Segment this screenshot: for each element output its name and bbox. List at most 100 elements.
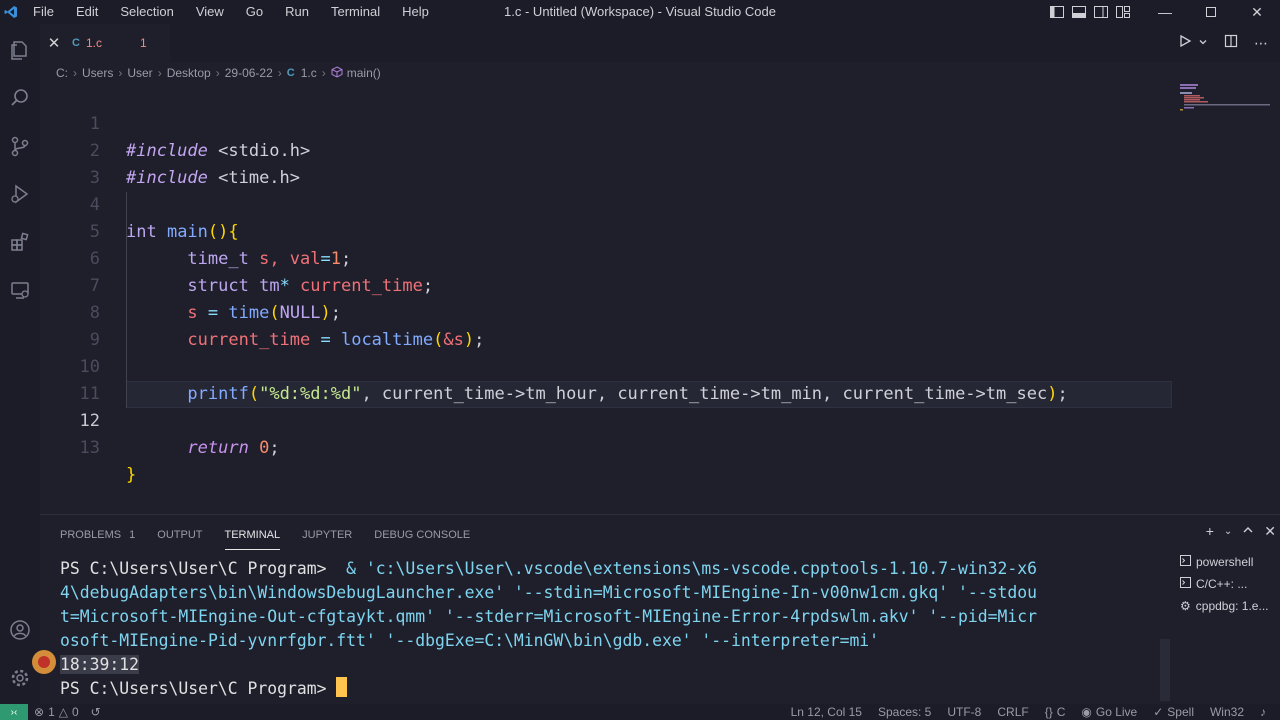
c-file-icon: C xyxy=(286,67,295,79)
toggle-panel-icon[interactable] xyxy=(1068,0,1090,24)
customize-layout-icon[interactable] xyxy=(1112,0,1134,24)
remote-indicator-icon[interactable]: ›‹ xyxy=(0,704,28,720)
maximize-panel-chevron-up-icon[interactable] xyxy=(1242,523,1254,540)
code-line[interactable]: 9 xyxy=(40,300,1172,350)
split-editor-icon[interactable] xyxy=(1224,34,1238,53)
maximize-icon[interactable] xyxy=(1188,0,1234,24)
tab-terminal[interactable]: TERMINAL xyxy=(224,525,280,550)
status-indentation[interactable]: Spaces: 5 xyxy=(878,705,931,719)
toggle-sidebar-icon[interactable] xyxy=(1046,0,1068,24)
code-line[interactable]: 10 printf("%d:%d:%d", current_time->tm_h… xyxy=(40,327,1172,404)
code-line-active[interactable]: 12 return 0; xyxy=(40,381,1172,458)
notifications-bell-icon[interactable]: ♪ xyxy=(1260,705,1266,719)
terminal-prompt-line[interactable]: PS C:\Users\User\C Program> xyxy=(60,677,1160,701)
minimap[interactable] xyxy=(1180,84,1280,514)
terminal-line: 4\debugAdapters\bin\WindowsDebugLauncher… xyxy=(60,583,1037,602)
explorer-icon[interactable] xyxy=(0,30,40,70)
terminal-line: osoft-MIEngine-Pid-yvnrfgbr.ftt' '--dbgE… xyxy=(60,631,880,650)
run-debug-icon[interactable] xyxy=(0,174,40,214)
code-line[interactable]: 5 time_t s, val=1; xyxy=(40,192,1172,269)
tab-jupyter[interactable]: JUPYTER xyxy=(302,525,352,545)
menu-bar: File Edit Selection View Go Run Terminal… xyxy=(22,0,440,24)
code-line[interactable]: 4 int main(){ xyxy=(40,165,1172,242)
menu-terminal[interactable]: Terminal xyxy=(320,0,391,24)
run-dropdown-chevron-icon[interactable] xyxy=(1198,34,1208,52)
breadcrumb-item[interactable]: User xyxy=(127,66,152,80)
status-cursor-position[interactable]: Ln 12, Col 15 xyxy=(791,705,862,719)
status-platform[interactable]: Win32 xyxy=(1210,705,1244,719)
editor-tab-bar: ✕ C 1.c 1 ⋯ xyxy=(40,24,1280,62)
terminal-line: PS C:\Users\User\C Program> & 'c:\Users\… xyxy=(60,559,1037,578)
minimize-icon[interactable]: — xyxy=(1142,0,1188,24)
symbol-cube-icon xyxy=(331,65,343,81)
terminal-list: powershell C/C++: ... ⚙ cppdbg: 1.e... xyxy=(1180,551,1280,617)
accounts-icon[interactable] xyxy=(0,610,40,650)
breadcrumb-symbol[interactable]: main() xyxy=(347,66,381,80)
recording-indicator-icon xyxy=(32,650,56,674)
menu-edit[interactable]: Edit xyxy=(65,0,109,24)
bottom-panel: PROBLEMS 1 OUTPUT TERMINAL JUPYTER DEBUG … xyxy=(40,514,1280,704)
breadcrumb-item[interactable]: C: xyxy=(56,66,68,80)
tab-debug-console[interactable]: DEBUG CONSOLE xyxy=(374,525,470,545)
code-line[interactable]: 7 s = time(NULL); xyxy=(40,246,1172,323)
breadcrumb-item[interactable]: Users xyxy=(82,66,113,80)
status-problems[interactable]: ⊗ 1 △ 0 xyxy=(34,705,79,719)
close-window-icon[interactable]: ✕ xyxy=(1234,0,1280,24)
braces-icon: {} xyxy=(1044,705,1053,719)
tab-close-icon[interactable]: ✕ xyxy=(42,34,66,52)
remote-explorer-icon[interactable] xyxy=(0,270,40,310)
close-panel-icon[interactable]: ✕ xyxy=(1264,523,1276,540)
check-icon: ✓ xyxy=(1153,705,1164,719)
more-actions-icon[interactable]: ⋯ xyxy=(1254,35,1268,52)
terminal-cursor xyxy=(336,677,348,697)
new-terminal-plus-icon[interactable]: + xyxy=(1206,523,1214,540)
terminal-item-cppdbg[interactable]: ⚙ cppdbg: 1.e... xyxy=(1180,595,1280,617)
breadcrumb: C: › Users › User › Desktop › 29-06-22 › C 1.… xyxy=(56,65,381,81)
terminal-item-powershell[interactable]: powershell xyxy=(1180,551,1280,573)
source-control-icon[interactable] xyxy=(0,126,40,166)
tab-output[interactable]: OUTPUT xyxy=(157,525,202,545)
code-line[interactable]: 13 } xyxy=(40,408,1172,485)
terminal-dropdown-chevron-icon[interactable]: ⌄ xyxy=(1224,526,1232,540)
terminal-output[interactable]: PS C:\Users\User\C Program> & 'c:\Users\… xyxy=(60,557,1160,701)
status-spell[interactable]: ✓ Spell xyxy=(1153,705,1194,719)
debug-gear-icon: ⚙ xyxy=(1180,599,1191,613)
breadcrumb-item[interactable]: Desktop xyxy=(167,66,211,80)
toggle-secondary-sidebar-icon[interactable] xyxy=(1090,0,1112,24)
status-live-share-icon[interactable]: ↺ xyxy=(91,705,101,719)
status-right: Ln 12, Col 15 Spaces: 5 UTF-8 CRLF {} C ◉… xyxy=(791,704,1266,720)
extensions-icon[interactable] xyxy=(0,222,40,262)
tab-1c[interactable]: ✕ C 1.c 1 xyxy=(40,24,170,62)
status-language[interactable]: {} C xyxy=(1045,705,1066,719)
error-icon: ⊗ xyxy=(34,705,45,719)
menu-file[interactable]: File xyxy=(22,0,65,24)
terminal-icon xyxy=(1180,555,1191,569)
code-line[interactable]: 1 #include <stdio.h> xyxy=(40,84,1172,161)
breadcrumb-file[interactable]: 1.c xyxy=(301,66,317,80)
code-line[interactable]: 6 struct tm* current_time; xyxy=(40,219,1172,296)
line-number: 13 xyxy=(79,438,100,458)
breadcrumb-item[interactable]: 29-06-22 xyxy=(225,66,273,80)
terminal-scrollbar[interactable] xyxy=(1160,639,1170,701)
menu-help[interactable]: Help xyxy=(391,0,440,24)
title-bar: File Edit Selection View Go Run Terminal… xyxy=(0,0,1280,24)
terminal-item-cpp[interactable]: C/C++: ... xyxy=(1180,573,1280,595)
status-go-live[interactable]: ◉ Go Live xyxy=(1081,705,1137,719)
run-file-icon[interactable] xyxy=(1178,34,1192,53)
menu-selection[interactable]: Selection xyxy=(109,0,184,24)
problems-badge: 1 xyxy=(129,529,136,541)
activity-bar xyxy=(0,24,40,704)
code-editor[interactable]: 1 #include <stdio.h> 2 #include <time.h>… xyxy=(40,84,1280,514)
code-line[interactable]: 3 xyxy=(40,138,1172,188)
status-encoding[interactable]: UTF-8 xyxy=(947,705,981,719)
search-icon[interactable] xyxy=(0,78,40,118)
code-line[interactable]: 2 #include <time.h> xyxy=(40,111,1172,188)
status-bar: ›‹ ⊗ 1 △ 0 ↺ Ln 12, Col 15 Spaces: 5 UTF-8 … xyxy=(0,704,1280,720)
menu-go[interactable]: Go xyxy=(235,0,274,24)
code-line[interactable]: 11 xyxy=(40,354,1172,404)
menu-view[interactable]: View xyxy=(185,0,235,24)
status-eol[interactable]: CRLF xyxy=(997,705,1028,719)
tab-problems[interactable]: PROBLEMS 1 xyxy=(60,525,135,545)
code-line[interactable]: 8 current_time = localtime(&s); xyxy=(40,273,1172,350)
menu-run[interactable]: Run xyxy=(274,0,320,24)
